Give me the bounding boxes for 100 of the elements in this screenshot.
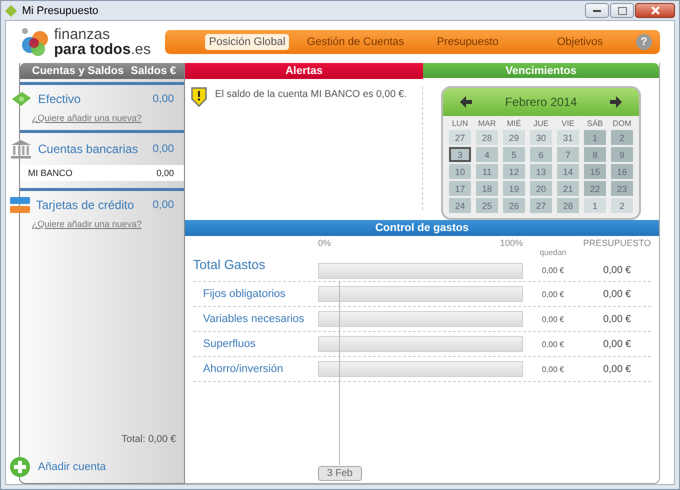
calendar-day[interactable]: 16	[611, 164, 633, 179]
calendar-day[interactable]: 27	[449, 130, 471, 145]
minimize-button[interactable]	[585, 3, 609, 18]
calendar-day[interactable]: 17	[449, 181, 471, 196]
category-label: Superfluos	[202, 338, 257, 350]
date-marker: 3 Feb	[318, 466, 362, 481]
section-header: Control de gastos	[185, 220, 659, 236]
calendar-day[interactable]: 19	[503, 181, 525, 196]
calendar-day[interactable]: 29	[503, 130, 525, 145]
calendar-day[interactable]: 23	[611, 181, 633, 196]
calendar-day[interactable]: 7	[557, 147, 579, 162]
calendar-day[interactable]: 5	[503, 147, 525, 162]
maximize-button[interactable]	[610, 3, 634, 18]
account-group-name[interactable]: Cuentas bancarias	[38, 142, 147, 156]
calendar-day[interactable]: 6	[530, 147, 552, 162]
calendar-day[interactable]: 13	[530, 164, 552, 179]
add-account-link[interactable]: ¿Quiere añadir una nueva?	[32, 113, 184, 123]
nav-tab[interactable]: Posición Global	[205, 34, 290, 50]
calendar-day[interactable]: 1	[584, 130, 606, 145]
left-arrow-icon[interactable]	[460, 96, 472, 108]
category-label: Fijos obligatorios	[202, 288, 287, 300]
calendar-day[interactable]: 28	[476, 130, 498, 145]
alert-message: El saldo de la cuenta MI BANCO es 0,00 €.	[215, 88, 407, 100]
group-balance: 0,00	[152, 143, 174, 155]
add-account-link[interactable]: ¿Quiere añadir una nueva?	[32, 219, 184, 229]
weekday-label: VIE	[560, 119, 576, 128]
app-icon	[5, 4, 17, 16]
remaining-amount: 0,00 €	[540, 266, 566, 275]
banknote-icon	[10, 91, 32, 107]
remaining-amount: 0,00 €	[540, 314, 566, 324]
nav-tab[interactable]: Objetivos	[524, 34, 636, 50]
credit-card-icon	[10, 197, 30, 213]
calendar-month: Febrero 2014	[504, 95, 578, 109]
right-arrow-icon[interactable]	[610, 96, 622, 108]
account-group-name[interactable]: Tarjetas de crédito	[36, 198, 147, 212]
minimize-icon	[593, 9, 601, 12]
calendar-day[interactable]: 22	[584, 181, 606, 196]
nav-tab[interactable]: Presupuesto	[412, 34, 524, 50]
column-header: Saldos €	[130, 65, 176, 77]
column-header: quedan	[538, 248, 568, 257]
bank-icon	[10, 139, 32, 159]
budget-amount: 0,00 €	[602, 314, 632, 324]
calendar-day[interactable]: 31	[557, 130, 579, 145]
calendar-day[interactable]: 1	[584, 198, 606, 213]
calendar-day[interactable]: 3	[449, 147, 471, 162]
remaining-amount: 0,00 €	[540, 340, 566, 348]
logo-icon	[20, 27, 50, 57]
close-icon	[650, 6, 660, 15]
budget-amount: 0,00 €	[602, 338, 632, 350]
calendar-day[interactable]: 24	[449, 198, 471, 213]
calendar-day[interactable]: 2	[611, 130, 633, 145]
logo-text: para todos.es	[54, 42, 151, 57]
scale-label: 0%	[318, 238, 332, 248]
budget-amount: 0,00 €	[602, 364, 632, 374]
weekday-label: JUE	[532, 119, 550, 128]
calendar-day[interactable]: 9	[611, 147, 633, 162]
calendar-day[interactable]: 14	[557, 164, 579, 179]
calendar-day[interactable]: 18	[476, 181, 498, 196]
budget-amount: 0,00 €	[602, 265, 632, 276]
scale-label: 100%	[500, 238, 523, 248]
calendar-day[interactable]: 28	[557, 198, 579, 213]
calendar-day[interactable]: 11	[476, 164, 498, 179]
account-row[interactable]: MI BANCO 0,00	[20, 165, 184, 181]
calendar-day[interactable]: 4	[476, 147, 498, 162]
weekday-label: LUN	[450, 119, 469, 128]
section-header: Alertas	[185, 63, 423, 79]
category-label: Ahorro/inversión	[202, 363, 284, 375]
calendar-day[interactable]: 12	[503, 164, 525, 179]
add-account-button[interactable]: Añadir cuenta	[38, 461, 106, 473]
remaining-amount: 0,00 €	[540, 364, 566, 374]
budget-amount: 0,00 €	[602, 288, 632, 300]
calendar-day[interactable]: 8	[584, 147, 606, 162]
calendar-day[interactable]: 20	[530, 181, 552, 196]
warning-icon	[191, 87, 207, 107]
calendar-day[interactable]: 26	[503, 198, 525, 213]
calendar-day[interactable]: 25	[476, 198, 498, 213]
category-label: Variables necesarios	[202, 313, 306, 325]
column-header: Cuentas y Saldos	[32, 65, 124, 77]
weekday-label: MAR	[477, 119, 497, 128]
close-button[interactable]	[635, 3, 675, 18]
calendar-day[interactable]: 10	[449, 164, 471, 179]
remaining-amount: 0,00 €	[540, 290, 566, 298]
logo-text: finanzas	[54, 27, 111, 42]
total-balance: Total: 0,00 €	[120, 434, 177, 447]
maximize-icon	[618, 6, 626, 14]
category-label: Total Gastos	[193, 257, 266, 274]
calendar-day[interactable]: 30	[530, 130, 552, 145]
calendar-day[interactable]: 21	[557, 181, 579, 196]
help-button[interactable]: ?	[636, 34, 652, 50]
calendar-day[interactable]: 2	[611, 198, 633, 213]
account-group-name[interactable]: Efectivo	[38, 92, 147, 106]
section-header: Vencimientos	[423, 63, 659, 78]
window-title: Mi Presupuesto	[22, 4, 100, 16]
column-header: PRESUPUESTO	[583, 238, 651, 248]
weekday-label: DOM	[612, 119, 632, 128]
nav-tab[interactable]: Gestión de Cuentas	[299, 34, 412, 50]
group-balance: 0,00	[152, 93, 174, 105]
weekday-label: MIÉ	[506, 119, 522, 128]
calendar-day[interactable]: 15	[584, 164, 606, 179]
calendar-day[interactable]: 27	[530, 198, 552, 213]
